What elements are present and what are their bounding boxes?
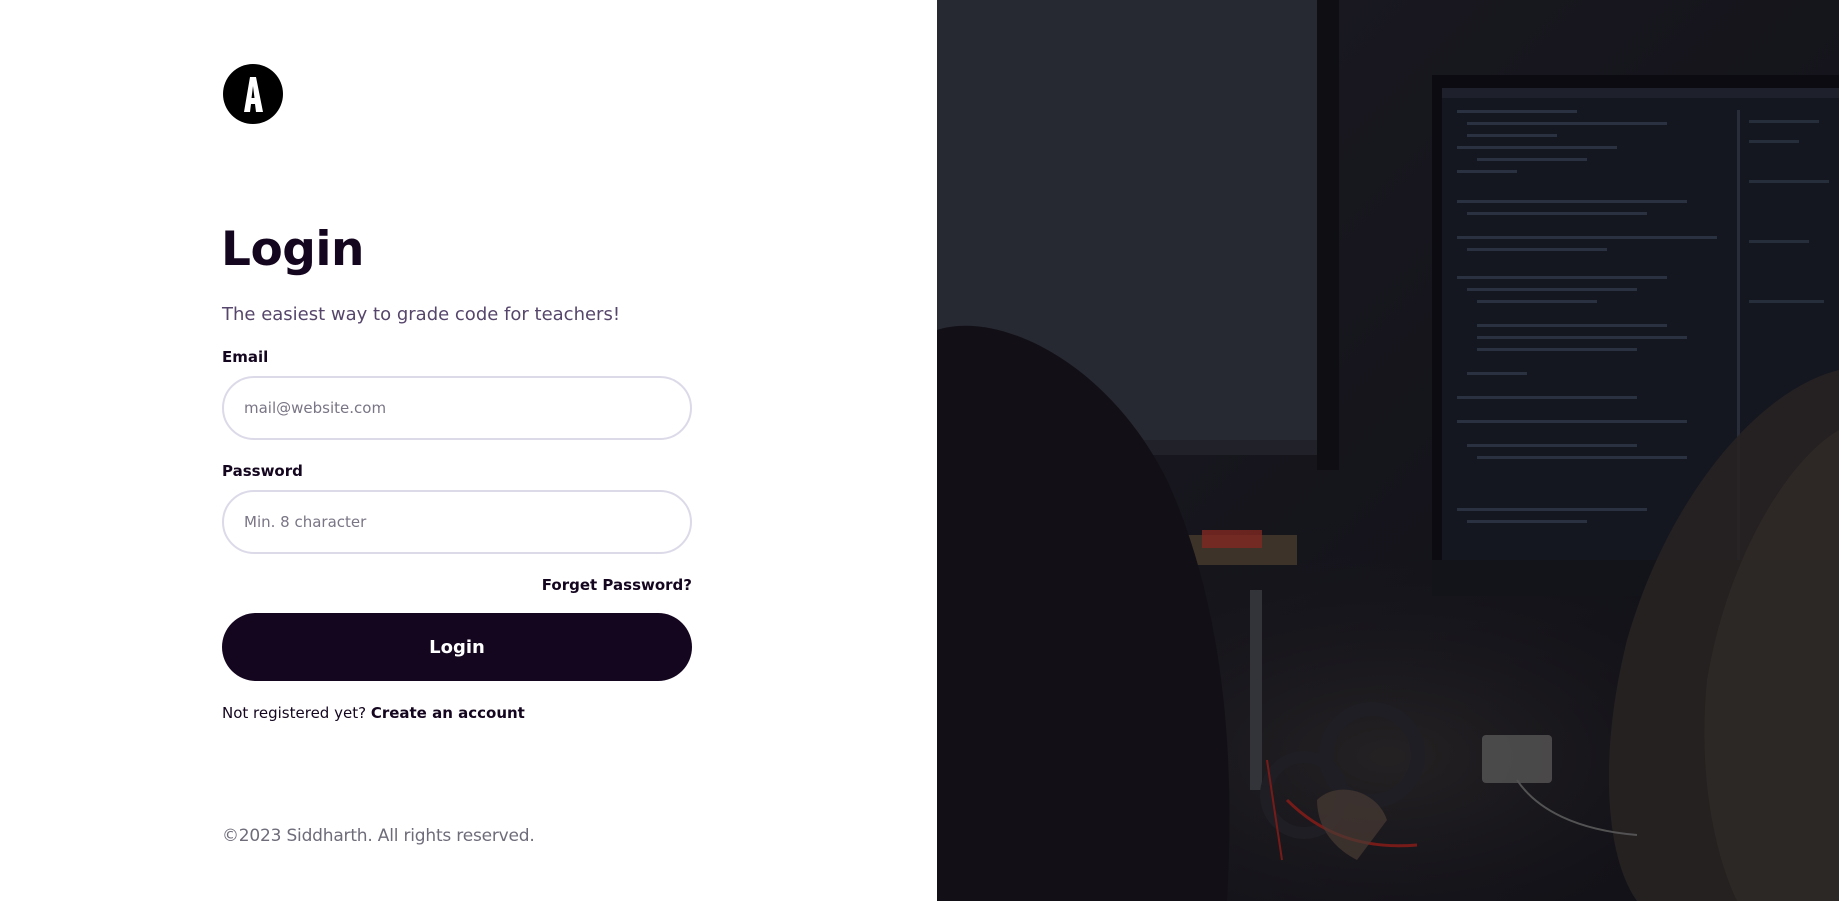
page-subtitle: The easiest way to grade code for teache… [222, 304, 621, 325]
footer-copyright: ©2023 Siddharth. All rights reserved. [222, 826, 535, 846]
email-field[interactable] [222, 376, 692, 440]
password-field[interactable] [222, 490, 692, 554]
login-button[interactable]: Login [222, 613, 692, 681]
login-panel: Login The easiest way to grade code for … [0, 0, 937, 901]
register-prompt-text: Not registered yet? [222, 704, 367, 722]
create-account-link[interactable]: Create an account [371, 704, 525, 722]
hero-image [937, 0, 1839, 901]
login-page: Login The easiest way to grade code for … [0, 0, 1839, 901]
email-label: Email [222, 348, 269, 366]
password-label: Password [222, 462, 303, 480]
forget-password-link[interactable]: Forget Password? [542, 576, 692, 594]
logo-icon [223, 64, 283, 124]
register-prompt: Not registered yet? Create an account [222, 704, 525, 722]
page-title: Login [221, 222, 364, 277]
hero-image-illustration [937, 0, 1839, 901]
